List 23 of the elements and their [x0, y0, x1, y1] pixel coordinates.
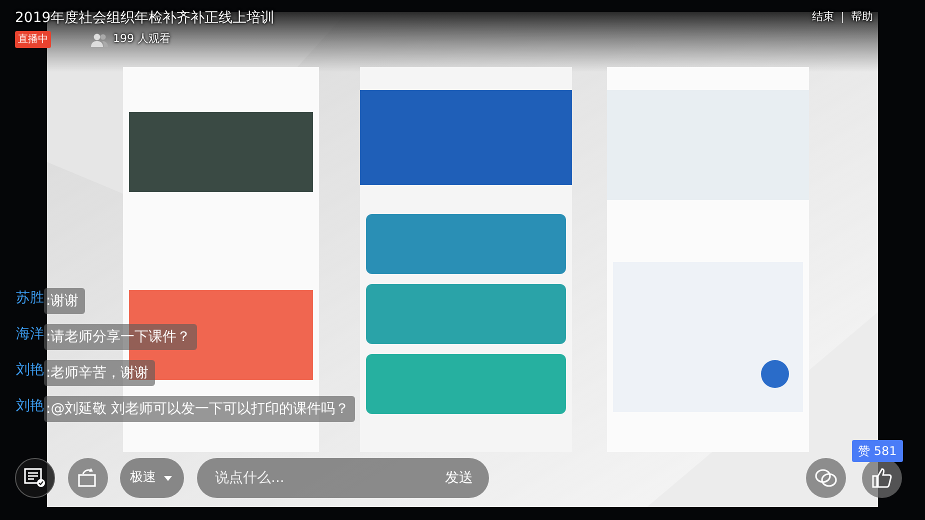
help-link[interactable]: 帮助: [851, 9, 873, 26]
thumbs-up-icon: [871, 467, 893, 489]
caret-icon: [164, 476, 172, 480]
likes-badge: 赞 581: [852, 440, 903, 462]
chat-message: :谢谢: [44, 288, 85, 314]
link-icon: [814, 467, 838, 489]
viewer-count: 199 人观看: [113, 31, 170, 48]
chat-username: 刘艳: [16, 397, 44, 416]
send-button[interactable]: 发送: [443, 466, 475, 491]
chat-message: :@刘延敬 刘老师可以发一下可以打印的课件吗？: [44, 396, 356, 422]
end-link[interactable]: 结束: [812, 9, 834, 26]
chat-username: 苏胜: [16, 289, 44, 308]
chat-username: 刘艳: [16, 361, 44, 380]
chat-username: 海洋: [16, 325, 44, 344]
notes-icon: [24, 468, 46, 488]
video-title: 2019年度社会组织年检补齐补正线上培训: [15, 9, 275, 27]
comment-field[interactable]: 说点什么... 发送: [197, 458, 489, 498]
notes-button[interactable]: [15, 458, 55, 498]
viewers-icon: [91, 32, 109, 46]
chat-message: :老师辛苦，谢谢: [44, 360, 155, 386]
chat-message: :请老师分享一下课件？: [44, 324, 197, 350]
rotate-icon: [77, 468, 99, 488]
live-badge: 直播中: [15, 31, 51, 48]
